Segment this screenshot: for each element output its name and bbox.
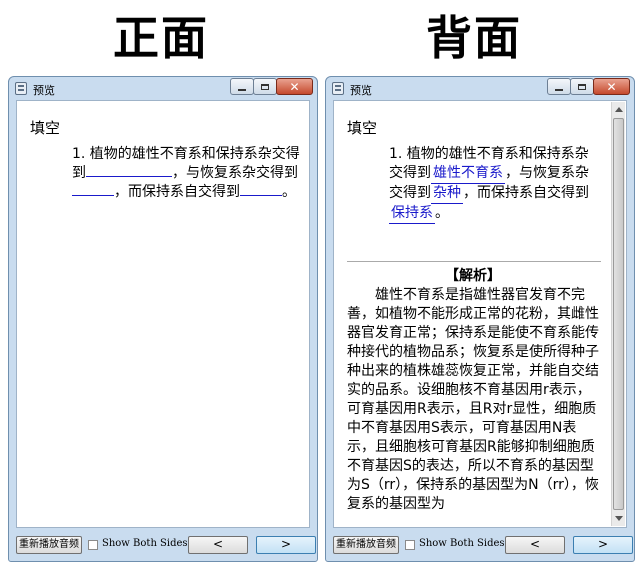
next-button[interactable]: >: [256, 536, 316, 554]
minimize-icon: [555, 88, 563, 91]
close-button[interactable]: ✕: [276, 78, 313, 95]
next-button[interactable]: >: [573, 536, 633, 554]
question-end: 。: [435, 205, 449, 221]
scrollbar-thumb[interactable]: [613, 118, 624, 510]
close-icon: ✕: [289, 79, 300, 94]
maximize-button[interactable]: [253, 78, 277, 95]
title-bar: 预览 ✕: [326, 77, 634, 99]
blank-1: [86, 176, 172, 177]
answer-3: 保持系: [389, 204, 435, 224]
blank-2: [72, 195, 114, 196]
question-text: 填空 1. 植物的雄性不育系和保持系杂交得到 雄性不育系 ，与恢复系杂交得到 杂种 ，而…: [347, 119, 599, 224]
app-icon: [332, 82, 344, 95]
show-both-sides-checkbox[interactable]: [88, 540, 98, 550]
back-heading: 背面: [426, 11, 522, 65]
close-icon: ✕: [606, 79, 617, 94]
bottom-toolbar: 重新播放音频 Show Both Sides < >: [16, 533, 316, 557]
question-mid-2: ，而保持系自交得到: [463, 185, 589, 201]
maximize-button[interactable]: [570, 78, 594, 95]
vertical-scrollbar[interactable]: [611, 102, 625, 526]
show-both-sides-checkbox[interactable]: [405, 540, 415, 550]
previous-button[interactable]: <: [188, 536, 248, 554]
front-heading: 正面: [113, 11, 209, 65]
analysis-text: 雄性不育系是指雄性器官发育不完善，如植物不能形成正常的花粉，其雌性器官发育正常；…: [347, 287, 599, 512]
question-text: 填空 1. 植物的雄性不育系和保持系杂交得到 ，与恢复系杂交得到，而保持系自交得到…: [30, 119, 300, 202]
section-heading: 填空: [30, 119, 61, 137]
scroll-up-icon[interactable]: [615, 107, 623, 112]
card-content: 填空 1. 植物的雄性不育系和保持系杂交得到 雄性不育系 ，与恢复系杂交得到 杂种 ，而…: [333, 100, 627, 528]
minimize-button[interactable]: [547, 78, 571, 95]
replay-audio-button[interactable]: 重新播放音频: [333, 536, 399, 554]
show-both-sides-label: Show Both Sides: [102, 538, 188, 549]
window-title: 预览: [350, 84, 372, 97]
maximize-icon: [578, 83, 586, 90]
question-mid-1: ，与恢复系杂交得到: [172, 165, 298, 181]
question-end: 。: [282, 184, 296, 200]
answer-2: 杂种: [431, 184, 463, 204]
previous-button[interactable]: <: [505, 536, 565, 554]
back-preview-window: 预览 ✕ 填空 1. 植物的雄性不育系和保持系杂交得到 雄性不育系 ，与恢复系杂交得…: [325, 76, 635, 562]
analysis-section: 【解析】 雄性不育系是指雄性器官发育不完善，如植物不能形成正常的花粉，其雌性器官…: [347, 267, 599, 514]
analysis-title: 【解析】: [445, 268, 501, 284]
minimize-icon: [238, 88, 246, 91]
front-preview-window: 预览 ✕ 填空 1. 植物的雄性不育系和保持系杂交得到 ，与恢复系杂交得到，而保持…: [8, 76, 318, 562]
minimize-button[interactable]: [230, 78, 254, 95]
section-heading: 填空: [347, 119, 378, 137]
question-line: 1. 植物的雄性不育系和保持系杂交得到 ，与恢复系杂交得到，而保持系自交得到。: [30, 145, 300, 202]
maximize-icon: [261, 83, 269, 90]
app-icon: [15, 82, 27, 95]
close-button[interactable]: ✕: [593, 78, 630, 95]
question-line: 1. 植物的雄性不育系和保持系杂交得到 雄性不育系 ，与恢复系杂交得到 杂种 ，而保持系…: [347, 145, 599, 224]
title-bar: 预览 ✕: [9, 77, 317, 99]
replay-audio-button[interactable]: 重新播放音频: [16, 536, 82, 554]
window-title: 预览: [33, 84, 55, 97]
show-both-sides-label: Show Both Sides: [419, 538, 505, 549]
card-content: 填空 1. 植物的雄性不育系和保持系杂交得到 ，与恢复系杂交得到，而保持系自交得到…: [16, 100, 310, 528]
answer-divider: [347, 261, 601, 262]
scroll-down-icon[interactable]: [615, 516, 623, 521]
question-mid-2: ，而保持系自交得到: [114, 184, 240, 200]
bottom-toolbar: 重新播放音频 Show Both Sides < >: [333, 533, 633, 557]
blank-3: [240, 195, 282, 196]
answer-1: 雄性不育系: [431, 164, 505, 184]
